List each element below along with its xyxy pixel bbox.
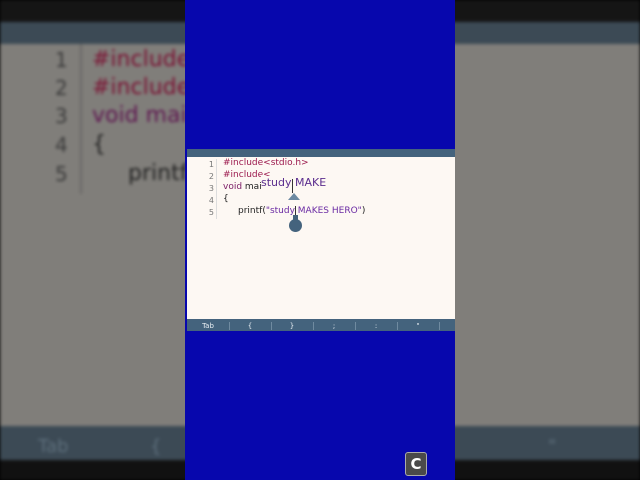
line-number: 4: [208, 196, 214, 205]
line-number: 1: [208, 160, 214, 169]
bg-line-number: 4: [55, 133, 68, 157]
bg-line-number: 2: [55, 76, 68, 100]
bg-code-line: #include: [92, 47, 191, 72]
bg-code-line: printf: [128, 161, 188, 186]
extra-keys-bar: Tab { } ; : ": [187, 319, 455, 331]
key-divider: [439, 322, 440, 330]
bg-code-line: #include: [92, 75, 191, 100]
key-tab[interactable]: Tab: [193, 319, 223, 331]
code-line-1[interactable]: #include<stdio.h>: [223, 158, 309, 168]
bg-line-number: 1: [55, 48, 68, 72]
function-call: printf(: [238, 206, 266, 216]
line-number: 3: [208, 184, 214, 193]
bg-key: Tab: [38, 436, 69, 457]
key-divider: [355, 322, 356, 330]
key-close-brace[interactable]: }: [279, 319, 305, 331]
key-divider: [397, 322, 398, 330]
code-line-4[interactable]: {: [223, 194, 229, 204]
bg-gutter-line: [80, 44, 82, 194]
gutter-divider: [216, 159, 217, 219]
key-divider: [271, 322, 272, 330]
key-divider: [229, 322, 230, 330]
magnifier-caret: [292, 179, 293, 193]
close-paren: ): [361, 206, 366, 216]
bg-code-line: {: [92, 132, 106, 157]
code-text: mai: [242, 182, 262, 192]
editor-toolbar: [187, 149, 455, 157]
line-number: 5: [208, 208, 214, 217]
code-line-5[interactable]: printf("study MAKES HERO"): [238, 206, 365, 216]
bg-key: ": [548, 436, 557, 457]
bg-key: {: [150, 436, 162, 457]
line-number: 2: [208, 172, 214, 181]
code-line-3[interactable]: void mai: [223, 182, 262, 192]
bg-code-line: void mai: [92, 103, 187, 128]
key-quote[interactable]: ": [405, 319, 431, 331]
cursor-handle-icon[interactable]: [289, 215, 302, 232]
key-open-brace[interactable]: {: [237, 319, 263, 331]
text-magnifier: study MAKE: [261, 176, 331, 194]
string-literal: "study MAKES HERO": [265, 206, 362, 216]
keyword-void: void: [223, 182, 243, 192]
bg-line-number: 3: [55, 104, 68, 128]
key-divider: [313, 322, 314, 330]
key-colon[interactable]: :: [363, 319, 389, 331]
line-gutter: 1 2 3 4 5: [187, 157, 217, 317]
magnifier-text: study MAKE: [261, 176, 327, 189]
key-semicolon[interactable]: ;: [321, 319, 347, 331]
bg-line-number: 5: [55, 162, 68, 186]
magnifier-pointer-icon: [288, 193, 300, 200]
code-editor[interactable]: 1 2 3 4 5 #include<stdio.h> #include< vo…: [187, 149, 455, 331]
channel-logo: C: [405, 452, 427, 476]
